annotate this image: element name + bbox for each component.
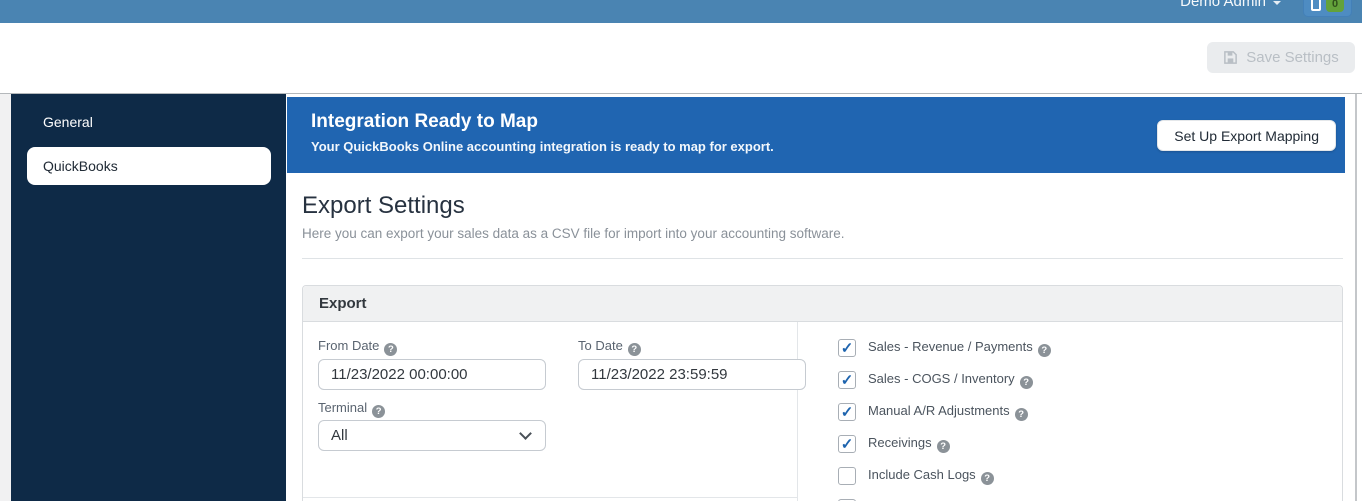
- user-menu-label: Demo Admin: [1180, 0, 1266, 10]
- checkbox-label-text: Sales - COGS / Inventory: [868, 371, 1015, 386]
- sidebar-item-quickbooks-label: QuickBooks: [43, 158, 118, 174]
- sidebar-item-general-label: General: [43, 114, 93, 130]
- checkbox-label-text: Sales - Revenue / Payments: [868, 339, 1033, 354]
- terminal-select-wrap: All: [318, 420, 546, 451]
- help-icon[interactable]: [1019, 376, 1033, 389]
- tablet-icon: [1311, 0, 1321, 11]
- to-date-label-text: To Date: [578, 338, 623, 353]
- top-navbar: Demo Admin 0: [0, 0, 1362, 23]
- checkbox-include-cash-logs[interactable]: [838, 467, 856, 485]
- device-count-button[interactable]: 0: [1303, 0, 1352, 17]
- help-icon[interactable]: [372, 405, 386, 418]
- chevron-down-icon: [1273, 0, 1281, 5]
- checkbox-row: Manual A/R Adjustments: [838, 403, 1028, 421]
- checkbox-receivings[interactable]: [838, 435, 856, 453]
- export-card: Export From Date To Date Terminal All Sa…: [302, 285, 1343, 501]
- checkbox-label: Receivings: [868, 435, 950, 453]
- page-title: Export Settings: [302, 192, 465, 219]
- checkbox-label-text: Receivings: [868, 435, 932, 450]
- help-icon[interactable]: [1037, 344, 1051, 357]
- checkbox-label-text: Manual A/R Adjustments: [868, 403, 1010, 418]
- user-menu[interactable]: Demo Admin: [1180, 0, 1281, 10]
- checkbox-label: Sales - COGS / Inventory: [868, 371, 1033, 389]
- left-gutter: [0, 94, 11, 501]
- column-divider: [797, 322, 798, 501]
- settings-toolbar: Save Settings: [0, 23, 1362, 94]
- help-icon[interactable]: [627, 343, 641, 356]
- save-settings-button[interactable]: Save Settings: [1207, 42, 1355, 73]
- checkbox-row: Sales - COGS / Inventory: [838, 371, 1033, 389]
- from-date-label: From Date: [318, 338, 398, 356]
- setup-export-mapping-button[interactable]: Set Up Export Mapping: [1157, 120, 1336, 151]
- checkbox-label: Sales - Revenue / Payments: [868, 339, 1051, 357]
- help-icon[interactable]: [936, 440, 950, 453]
- save-settings-label: Save Settings: [1246, 49, 1339, 66]
- integration-banner: Integration Ready to Map Your QuickBooks…: [287, 97, 1345, 173]
- sidebar-item-general[interactable]: General: [11, 104, 286, 140]
- left-column-divider: [303, 497, 797, 498]
- help-icon[interactable]: [1014, 408, 1028, 421]
- checkbox-label-text: Include Cash Logs: [868, 467, 976, 482]
- checkbox-label: Manual A/R Adjustments: [868, 403, 1028, 421]
- to-date-label: To Date: [578, 338, 641, 356]
- help-icon[interactable]: [980, 472, 994, 485]
- checkbox-sales-cogs[interactable]: [838, 371, 856, 389]
- checkbox-manual-ar-adjustments[interactable]: [838, 403, 856, 421]
- checkbox-label: Include Cash Logs: [868, 467, 994, 485]
- from-date-input[interactable]: [318, 359, 546, 390]
- checkbox-row: Sales - Revenue / Payments: [838, 339, 1051, 357]
- from-date-label-text: From Date: [318, 338, 380, 353]
- sidebar-item-quickbooks[interactable]: QuickBooks: [27, 147, 271, 185]
- device-count-badge: 0: [1326, 0, 1344, 12]
- export-card-header: Export: [303, 286, 1342, 322]
- save-icon: [1224, 51, 1238, 64]
- terminal-label: Terminal: [318, 400, 386, 418]
- heading-divider: [302, 258, 1343, 259]
- terminal-select[interactable]: All: [318, 420, 546, 451]
- help-icon[interactable]: [384, 343, 398, 356]
- settings-sidebar: General QuickBooks: [11, 94, 286, 501]
- checkbox-row: Include Cash Logs: [838, 467, 994, 485]
- to-date-input[interactable]: [578, 359, 806, 390]
- checkbox-row: Receivings: [838, 435, 950, 453]
- app-window: Demo Admin 0 Save Settings General Quick…: [0, 0, 1362, 501]
- checkbox-sales-revenue[interactable]: [838, 339, 856, 357]
- terminal-label-text: Terminal: [318, 400, 368, 415]
- page-subtitle: Here you can export your sales data as a…: [302, 226, 845, 241]
- vertical-scrollbar[interactable]: [1355, 94, 1357, 501]
